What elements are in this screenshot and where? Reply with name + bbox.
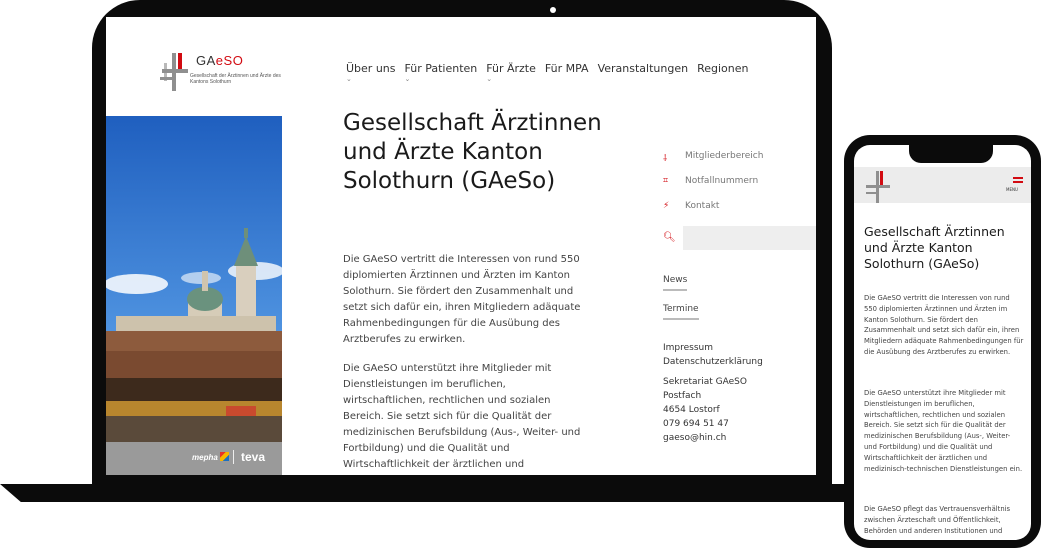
phone-frame: MENU Gesellschaft Ärztinnen und Ärzte Ka… (844, 135, 1041, 548)
mobile-trust-paragraph: Die GAeSO pflegt das Vertrauensverhältni… (864, 505, 1011, 535)
address-line: Sekretariat GAeSO (663, 377, 747, 387)
tab-news[interactable]: News (663, 275, 688, 291)
cross-logo-icon[interactable] (864, 171, 894, 203)
site-logo[interactable]: GAeSO Gesellschaft der Ärztinnen und Ärz… (158, 51, 288, 91)
footer-contact: Impressum Datenschutzerklärung Sekretari… (663, 341, 763, 445)
phone-number[interactable]: 079 694 51 47 (663, 417, 763, 431)
sponsor-teva: teva (241, 450, 266, 464)
nav-item-fuer-patienten[interactable]: Für Patienten ⌄ (405, 62, 478, 83)
logo-wordmark: GAeSO (196, 53, 244, 68)
services-paragraph: Die GAeSO unterstützt ihre Mitglieder mi… (343, 363, 581, 470)
mobile-header: MENU (854, 167, 1031, 203)
intro-paragraph: Die GAeSO vertritt die Interessen von ru… (343, 254, 581, 345)
phone-screen: MENU Gesellschaft Ärztinnen und Ärzte Ka… (854, 145, 1031, 540)
page-title: Gesellschaft Ärztinnen und Ärzte Kanton … (343, 110, 602, 194)
sponsor-divider (233, 450, 234, 464)
chevron-down-icon: ⌄ (404, 75, 411, 83)
mepha-logo-icon (220, 452, 229, 461)
link-impressum[interactable]: Impressum (663, 341, 763, 355)
main-nav: Über uns ⌄ Für Patienten ⌄ Für Ärzte ⌄ Für … (346, 62, 748, 83)
nav-item-regionen[interactable]: Regionen (697, 62, 748, 75)
emergency-icon: ⌗ (663, 176, 669, 186)
hero-image: mepha teva (106, 116, 282, 475)
logo-subtitle: Gesellschaft der Ärztinnen und Ärzte des… (190, 73, 281, 85)
search-icon[interactable]: 🔍︎ (663, 232, 676, 243)
nav-item-fuer-aerzte[interactable]: Für Ärzte ⌄ (486, 62, 536, 83)
search-input[interactable] (683, 226, 816, 250)
nav-item-veranstaltungen[interactable]: Veranstaltungen (598, 62, 689, 75)
mobile-services-paragraph: Die GAeSO unterstützt ihre Mitglieder mi… (864, 389, 1023, 473)
camera-dot (550, 7, 556, 13)
laptop-screen: GAeSO Gesellschaft der Ärztinnen und Ärz… (106, 17, 816, 475)
cross-logo-icon (158, 53, 192, 91)
chevron-down-icon: ⌄ (486, 75, 493, 83)
nav-item-fuer-mpa[interactable]: Für MPA (545, 62, 589, 75)
sponsor-mepha: mepha (192, 453, 218, 462)
link-datenschutz[interactable]: Datenschutzerklärung (663, 355, 763, 369)
menu-label[interactable]: MENU (1006, 187, 1018, 192)
hamburger-menu-icon[interactable] (1013, 177, 1023, 185)
mobile-intro-paragraph: Die GAeSO vertritt die Interessen von ru… (864, 294, 1024, 356)
member-icon: ⸸ (663, 154, 668, 164)
mobile-page-title: Gesellschaft Ärztinnen und Ärzte Kanton … (864, 224, 1005, 271)
email-link[interactable]: gaeso@hin.ch (663, 431, 763, 445)
nav-item-ueber-uns[interactable]: Über uns ⌄ (346, 62, 396, 83)
address-line: Postfach (663, 391, 702, 401)
chevron-down-icon: ⌄ (346, 75, 352, 83)
phone-notch (909, 145, 993, 163)
sponsor-bar: mepha teva (106, 442, 282, 475)
address-line: 4654 Lostorf (663, 405, 720, 415)
tab-termine[interactable]: Termine (663, 304, 699, 320)
contact-icon: ⚡ (663, 201, 670, 211)
